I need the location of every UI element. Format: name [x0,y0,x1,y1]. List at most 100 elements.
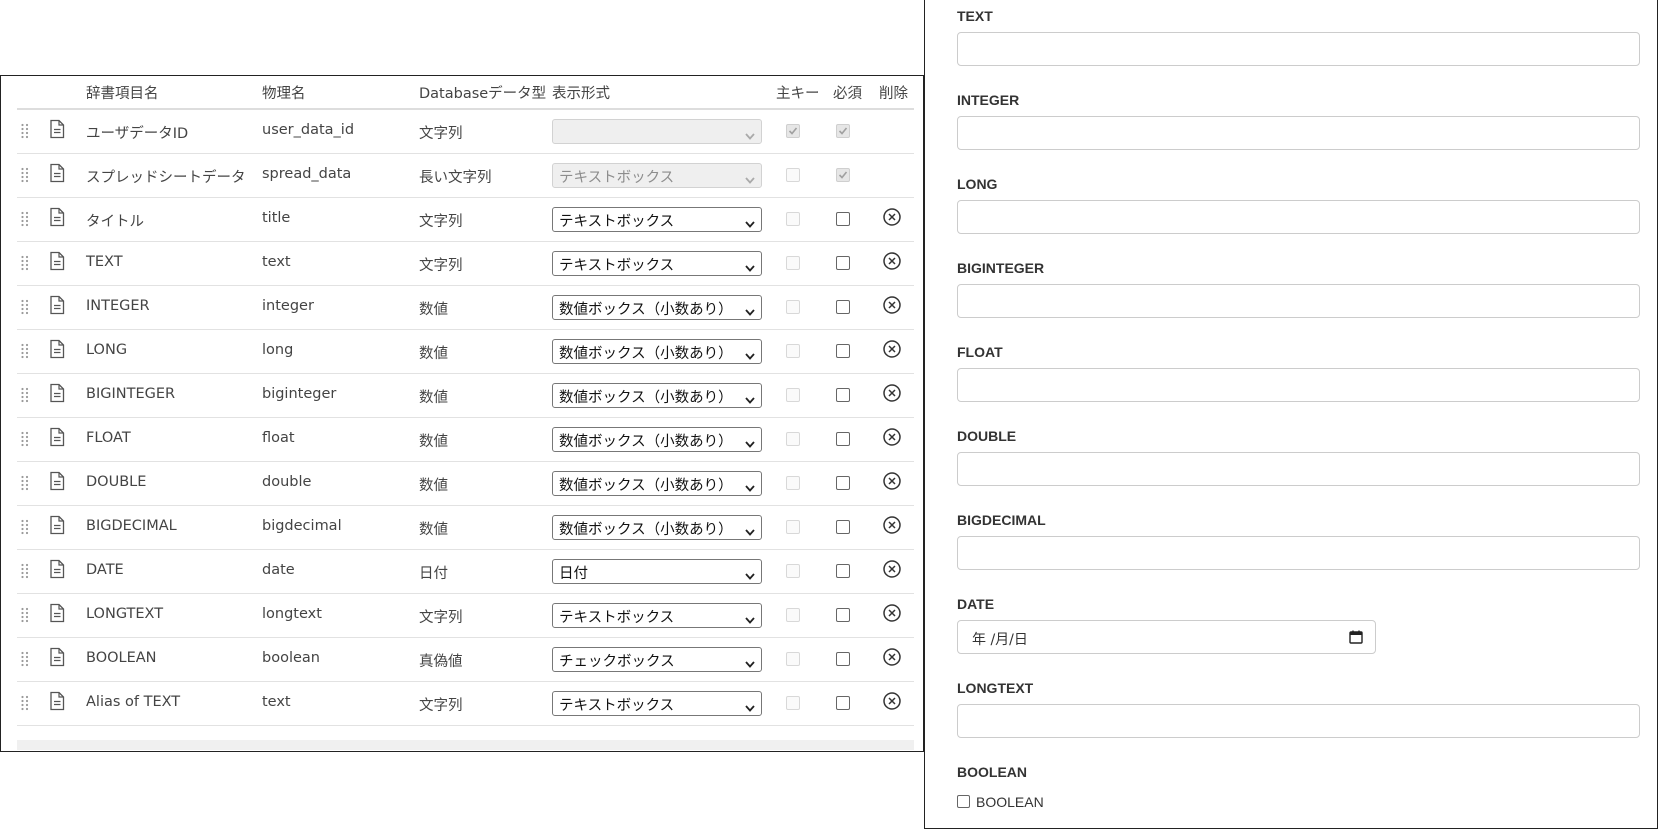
column-header-display-format: 表示形式 [552,86,610,102]
circle-x-icon[interactable] [882,295,902,315]
field-label-date: DATE [957,596,995,612]
circle-x-icon[interactable] [882,251,902,271]
field-input-text[interactable] [957,32,1640,66]
required-checkbox[interactable] [836,300,850,314]
field-label-float: FLOAT [957,344,1003,360]
primary-key-checkbox [786,344,800,358]
required-checkbox[interactable] [836,696,850,710]
chevron-down-icon [745,612,755,624]
primary-key-checkbox [786,212,800,226]
db-type: 数値 [419,346,448,362]
required-checkbox[interactable] [836,652,850,666]
display-format-select[interactable]: テキストボックス [552,251,762,276]
circle-x-icon[interactable] [882,207,902,227]
chevron-down-icon [745,656,755,668]
item-name: BIGINTEGER [86,386,176,402]
field-input-float[interactable] [957,368,1640,402]
field-input-bigdecimal[interactable] [957,536,1640,570]
calendar-icon[interactable] [1349,630,1363,644]
display-format-select[interactable]: 日付 [552,559,762,584]
display-format-select[interactable]: 数値ボックス（小数あり） [552,295,762,320]
display-format-select: テキストボックス [552,163,762,188]
circle-x-icon[interactable] [882,603,902,623]
item-name: スプレッドシートデータ [86,170,246,186]
display-format-select[interactable]: 数値ボックス（小数あり） [552,383,762,408]
table-footer [17,740,914,750]
drag-handle-icon[interactable] [20,211,30,227]
drag-handle-icon[interactable] [20,387,30,403]
document-icon [49,559,65,579]
required-checkbox[interactable] [836,344,850,358]
item-name: LONGTEXT [86,606,164,622]
display-format-select[interactable]: テキストボックス [552,207,762,232]
required-checkbox[interactable] [836,256,850,270]
chevron-down-icon [745,348,755,360]
table-row: タイトル title 文字列 テキストボックス [17,197,914,242]
required-checkbox[interactable] [836,432,850,446]
drag-handle-icon[interactable] [20,299,30,315]
display-format-select[interactable]: テキストボックス [552,603,762,628]
chevron-down-icon [745,524,755,536]
document-icon [49,207,65,227]
drag-handle-icon[interactable] [20,167,30,183]
table-header: 辞書項目名 物理名 Databaseデータ型 表示形式 主キー 必須 削除 [17,76,914,110]
db-type: 文字列 [419,126,463,142]
drag-handle-icon[interactable] [20,695,30,711]
item-name: Alias of TEXT [86,694,181,710]
display-format-select[interactable]: チェックボックス [552,647,762,672]
drag-handle-icon[interactable] [20,431,30,447]
display-format-select[interactable]: 数値ボックス（小数あり） [552,339,762,364]
circle-x-icon[interactable] [882,383,902,403]
date-placeholder: 年 /月/日 [972,632,1028,648]
drag-handle-icon[interactable] [20,651,30,667]
circle-x-icon[interactable] [882,339,902,359]
drag-handle-icon[interactable] [20,519,30,535]
circle-x-icon[interactable] [882,647,902,667]
column-header-primary-key: 主キー [776,86,820,102]
circle-x-icon[interactable] [882,559,902,579]
required-checkbox[interactable] [836,476,850,490]
drag-handle-icon[interactable] [20,563,30,579]
db-type: 日付 [419,566,448,582]
dictionary-table-panel: 辞書項目名 物理名 Databaseデータ型 表示形式 主キー 必須 削除 ユー… [0,75,924,752]
display-format-select[interactable]: 数値ボックス（小数あり） [552,471,762,496]
required-checkbox[interactable] [836,388,850,402]
physical-name: float [262,430,295,446]
boolean-checkbox[interactable] [957,795,970,808]
document-icon [49,119,65,139]
field-input-biginteger[interactable] [957,284,1640,318]
circle-x-icon[interactable] [882,691,902,711]
circle-x-icon[interactable] [882,471,902,491]
drag-handle-icon[interactable] [20,607,30,623]
required-checkbox[interactable] [836,212,850,226]
db-type: 真偽値 [419,654,463,670]
physical-name: boolean [262,650,320,666]
db-type: 数値 [419,478,448,494]
required-checkbox[interactable] [836,608,850,622]
physical-name: user_data_id [262,122,355,138]
field-input-longtext[interactable] [957,704,1640,738]
circle-x-icon[interactable] [882,515,902,535]
field-input-double[interactable] [957,452,1640,486]
drag-handle-icon[interactable] [20,475,30,491]
drag-handle-icon[interactable] [20,123,30,139]
required-checkbox[interactable] [836,564,850,578]
field-label-text: TEXT [957,8,993,24]
field-input-long[interactable] [957,200,1640,234]
physical-name: text [262,254,291,270]
display-format-select[interactable]: 数値ボックス（小数あり） [552,515,762,540]
display-format-select[interactable]: 数値ボックス（小数あり） [552,427,762,452]
date-input[interactable]: 年 /月/日 [957,620,1376,654]
required-checkbox[interactable] [836,520,850,534]
db-type: 数値 [419,302,448,318]
drag-handle-icon[interactable] [20,343,30,359]
document-icon [49,383,65,403]
physical-name: date [262,562,295,578]
display-format-value: 数値ボックス（小数あり） [559,390,733,406]
circle-x-icon[interactable] [882,427,902,447]
physical-name: title [262,210,291,226]
drag-handle-icon[interactable] [20,255,30,271]
display-format-select[interactable]: テキストボックス [552,691,762,716]
field-input-integer[interactable] [957,116,1640,150]
primary-key-checkbox [786,168,800,182]
